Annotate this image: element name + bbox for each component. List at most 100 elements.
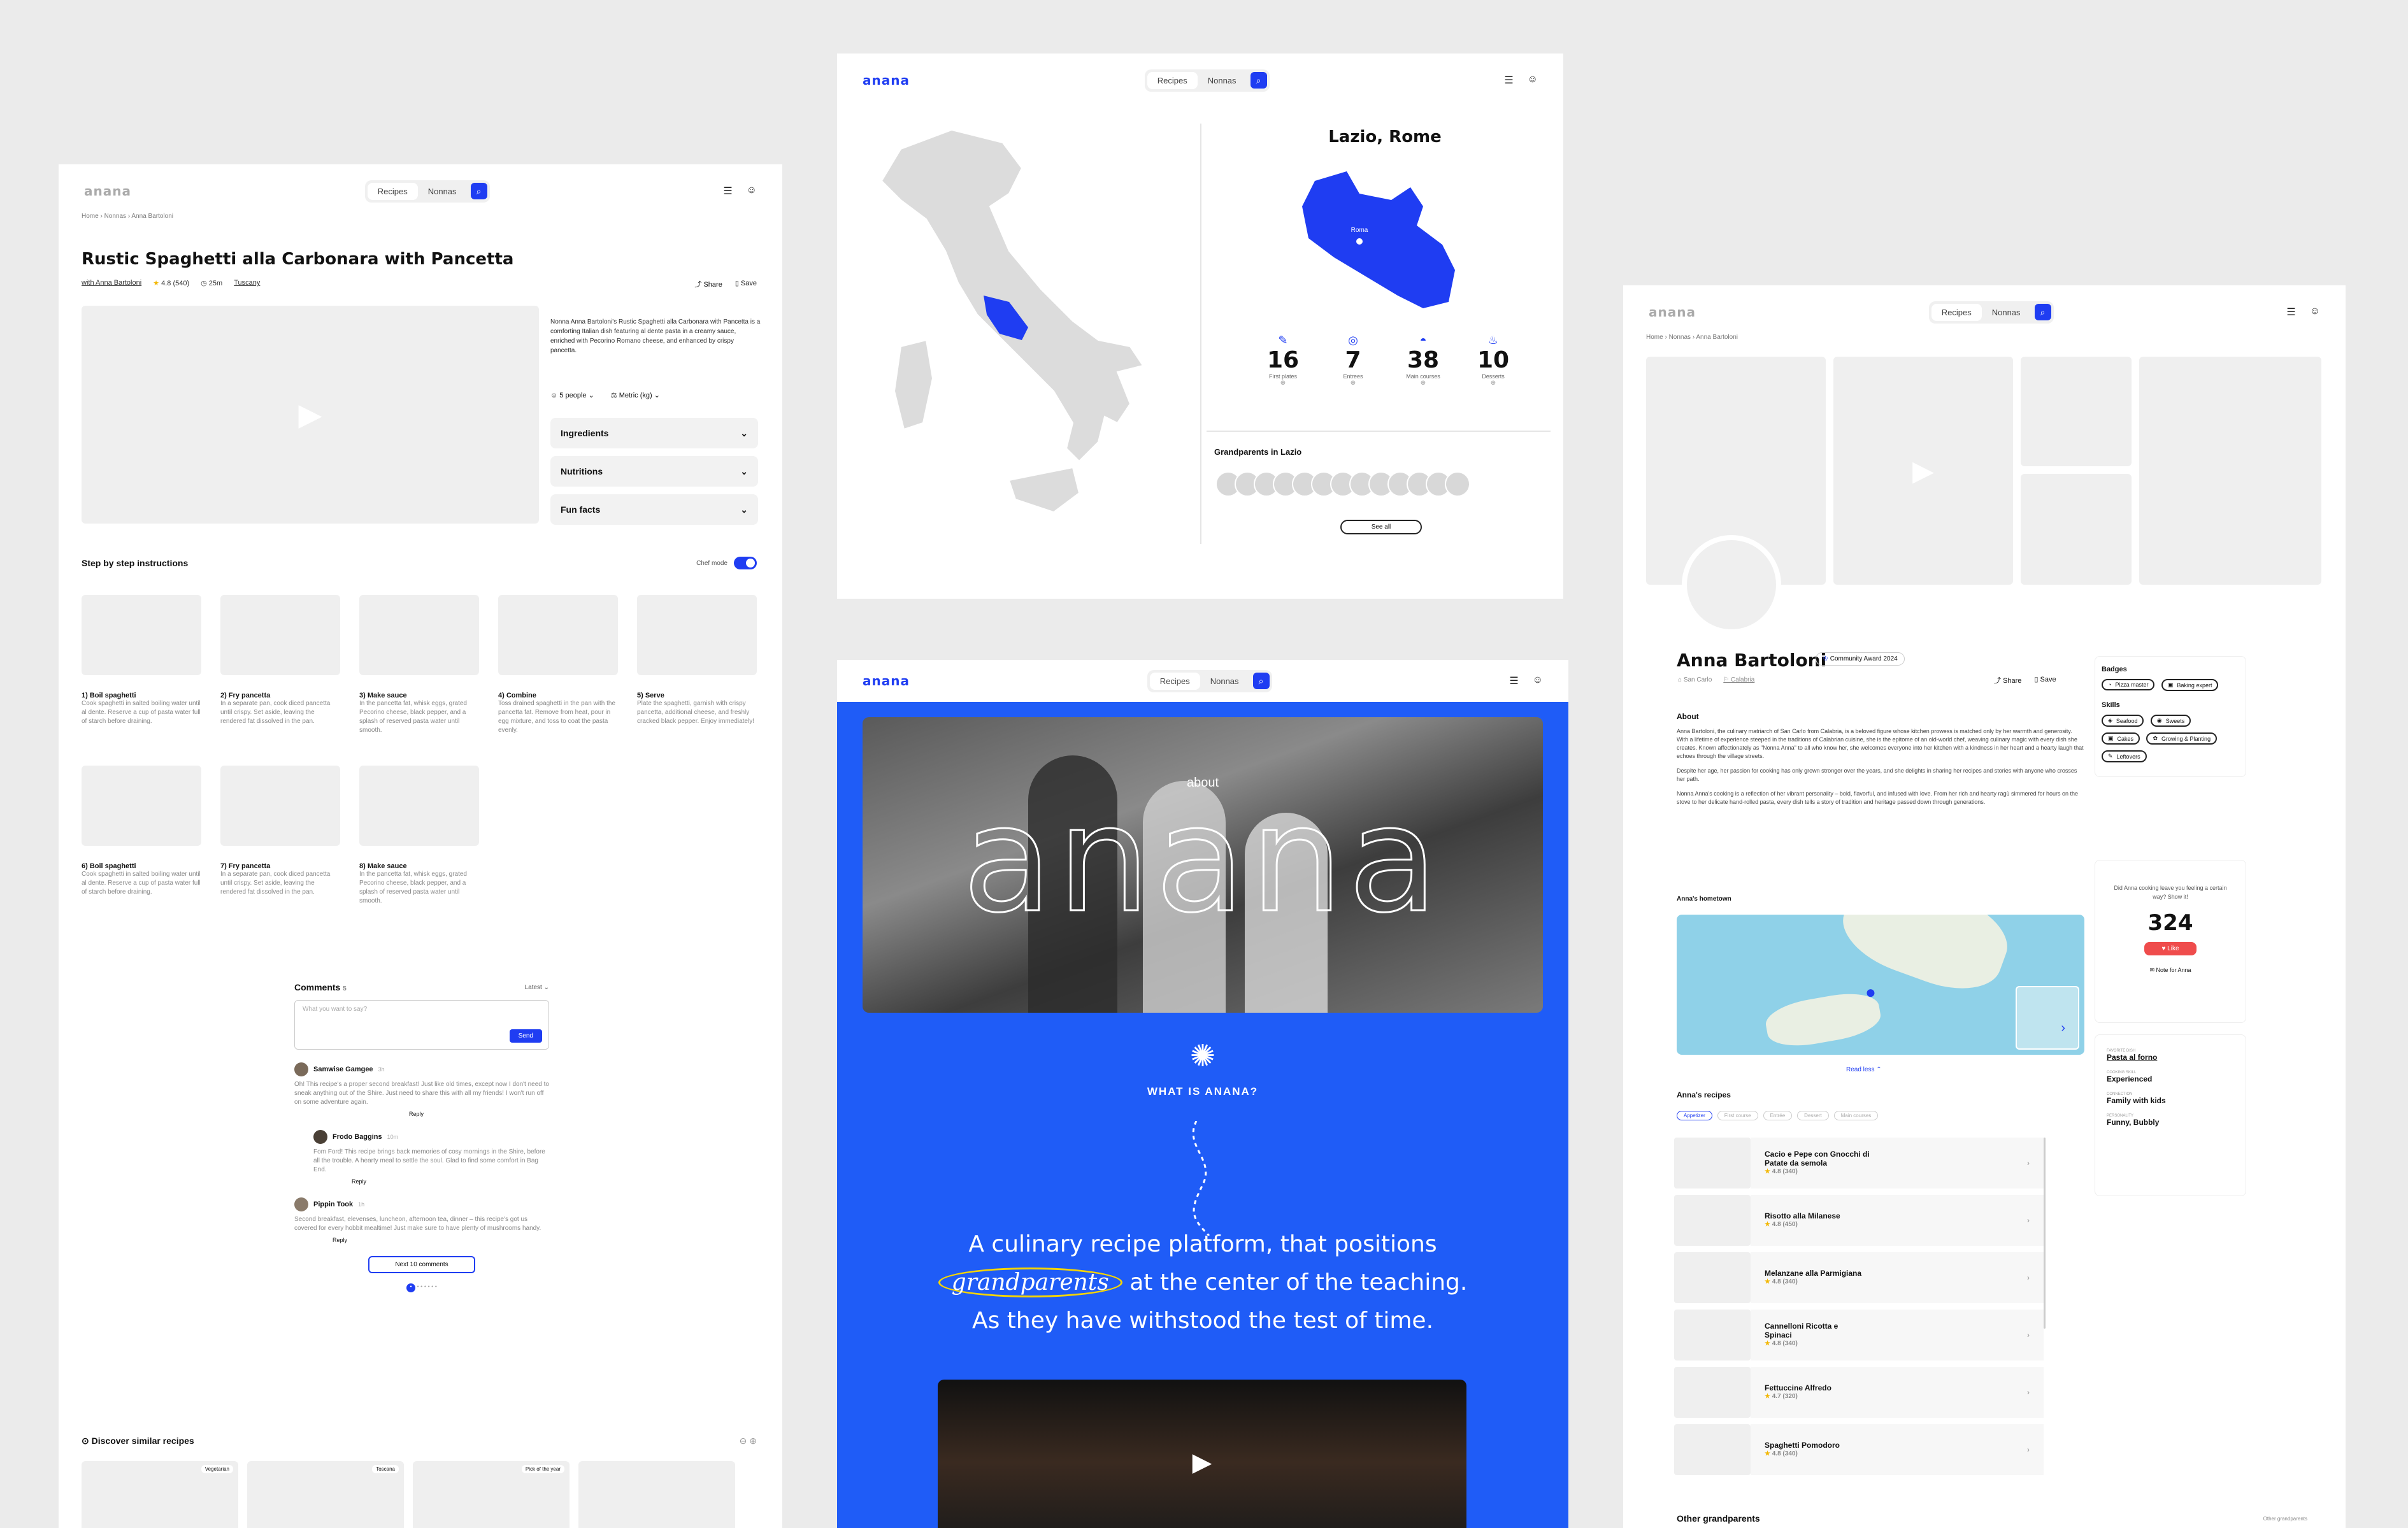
arrow-left-icon[interactable]: ⊖	[740, 1436, 747, 1446]
nav-nonnas[interactable]: Nonnas	[1200, 673, 1249, 690]
nav-recipes[interactable]: Recipes	[1931, 303, 1982, 321]
nav-recipes[interactable]: Recipes	[1147, 71, 1198, 89]
region-link[interactable]: ⚐ Calabria	[1723, 676, 1754, 683]
list-icon[interactable]: ☰	[1509, 675, 1518, 687]
list-icon[interactable]: ☰	[723, 185, 732, 197]
nav-tabs: Recipes Nonnas ⌕	[1147, 669, 1272, 692]
comments-sort[interactable]: Latest ⌄	[525, 984, 549, 991]
tab-first-course[interactable]: First course	[1717, 1111, 1758, 1120]
list-icon[interactable]: ☰	[1504, 74, 1513, 87]
other-grandparents-link[interactable]: Other grandparents	[2263, 1516, 2307, 1522]
logo[interactable]: anana	[84, 183, 131, 199]
fact-value[interactable]: Pasta al forno	[2107, 1053, 2234, 1062]
comment-reply-link[interactable]: Reply	[333, 1237, 549, 1243]
avatar[interactable]	[1445, 471, 1470, 497]
user-icon[interactable]: ☺	[1533, 675, 1543, 687]
play-icon[interactable]: ▶	[1912, 455, 1934, 487]
region-link[interactable]: Tuscany	[234, 279, 260, 287]
accordion-ingredients[interactable]: Ingredients ⌄	[550, 418, 758, 448]
play-icon[interactable]: ▶	[299, 397, 322, 432]
fact-item: FAVORITE DISH Pasta al forno	[2107, 1049, 2234, 1062]
step-label: 6) Boil spaghetti	[82, 862, 136, 870]
user-icon[interactable]: ☺	[2310, 306, 2320, 318]
tab-dessert[interactable]: Dessert	[1797, 1111, 1829, 1120]
recipe-list-item[interactable]: Cannelloni Ricotta e Spinaci ★ 4.8 (340) ›	[1674, 1310, 2044, 1360]
nav-nonnas[interactable]: Nonnas	[418, 183, 467, 200]
info-icon[interactable]: ⊕	[1328, 380, 1379, 387]
search-icon[interactable]: ⌕	[1250, 72, 1267, 89]
search-icon[interactable]: ⌕	[470, 183, 487, 199]
share-button[interactable]: ⤴ Share	[694, 279, 722, 289]
about-video[interactable]: ▶	[938, 1380, 1466, 1528]
arrow-right-icon[interactable]: ⊕	[749, 1436, 757, 1446]
map-minimap[interactable]	[2016, 986, 2079, 1050]
crumb-nonnas[interactable]: Nonnas	[1669, 334, 1691, 341]
comments-title-label: Comments	[294, 982, 341, 992]
nav-recipes[interactable]: Recipes	[367, 182, 418, 200]
crumb-nonnas[interactable]: Nonnas	[104, 213, 126, 220]
tab-entree[interactable]: Entrée	[1763, 1111, 1793, 1120]
crumb-home[interactable]: Home	[1646, 334, 1663, 341]
author-link[interactable]: with Anna Bartoloni	[82, 279, 141, 287]
recipe-list-item[interactable]: Spaghetti Pomodoro ★ 4.8 (340) ›	[1674, 1424, 2044, 1475]
tab-main-courses[interactable]: Main courses	[1833, 1111, 1879, 1120]
logo[interactable]: anana	[863, 673, 910, 689]
next-comments-button[interactable]: Next 10 comments	[368, 1256, 475, 1273]
read-less-link[interactable]: Read less ⌃	[1846, 1066, 1882, 1073]
logo[interactable]: anana	[863, 73, 910, 88]
chef-mode-toggle[interactable]	[734, 557, 757, 569]
see-all-button[interactable]: See all	[1340, 520, 1422, 534]
chevron-right-icon[interactable]: ›	[2061, 1021, 2065, 1036]
page-current[interactable]: •	[406, 1283, 416, 1292]
gallery-image[interactable]	[2021, 474, 2132, 585]
crumb-home[interactable]: Home	[82, 213, 99, 220]
recipe-list-item[interactable]: Fettuccine Alfredo ★ 4.7 (320) ›	[1674, 1367, 2044, 1418]
recipe-name: Cannelloni Ricotta e Spinaci	[1765, 1322, 1838, 1339]
search-icon[interactable]: ⌕	[2034, 304, 2051, 320]
accordion-nutritions[interactable]: Nutritions ⌄	[550, 456, 758, 487]
nav-nonnas[interactable]: Nonnas	[1982, 304, 2031, 321]
recipe-list-item[interactable]: Risotto alla Milanese ★ 4.8 (450) ›	[1674, 1195, 2044, 1246]
comment-input[interactable]: What you want to say?	[303, 1006, 541, 1013]
step-label: 8) Make sauce	[359, 862, 407, 870]
similar-card[interactable]: Pick of the year	[413, 1461, 570, 1528]
logo[interactable]: anana	[1649, 304, 1696, 320]
similar-card[interactable]: Toscana	[247, 1461, 404, 1528]
nav-nonnas[interactable]: Nonnas	[1198, 72, 1247, 89]
comment-reply-link[interactable]: Reply	[352, 1178, 549, 1185]
recipe-list-item[interactable]: Melanzane alla Parmigiana ★ 4.8 (340) ›	[1674, 1252, 2044, 1303]
gallery-image[interactable]	[2021, 357, 2132, 466]
fish-icon: ◈	[2108, 717, 2112, 724]
info-icon[interactable]: ⊕	[1468, 380, 1519, 387]
save-button[interactable]: ▯ Save	[2034, 675, 2056, 685]
accordion-fun-facts[interactable]: Fun facts ⌄	[550, 494, 758, 525]
search-icon[interactable]: ⌕	[1252, 673, 1270, 689]
recipe-list-item[interactable]: Cacio e Pepe con Gnocchi di Patate da se…	[1674, 1138, 2044, 1189]
comment-reply-link[interactable]: Reply	[409, 1111, 549, 1117]
nav-recipes[interactable]: Recipes	[1149, 672, 1200, 690]
crumb-current: Anna Bartoloni	[1696, 334, 1738, 341]
user-icon[interactable]: ☺	[747, 185, 757, 197]
send-button[interactable]: Send	[509, 1029, 542, 1043]
similar-card[interactable]: Vegetarian	[82, 1461, 238, 1528]
share-button[interactable]: ⤴ Share	[1994, 675, 2021, 685]
save-button[interactable]: ▯ Save	[735, 279, 757, 289]
video-player[interactable]: ▶	[82, 306, 539, 524]
units-select[interactable]: ⚖ Metric (kg) ⌄	[611, 391, 660, 399]
gallery-video[interactable]: ▶	[1833, 357, 2013, 585]
like-button[interactable]: ♥ Like	[2144, 942, 2197, 955]
info-icon[interactable]: ⊕	[1398, 380, 1449, 387]
tab-appetizer[interactable]: Appetizer	[1677, 1111, 1712, 1120]
italy-map[interactable]	[863, 124, 1194, 557]
user-icon[interactable]: ☺	[1528, 74, 1538, 87]
recipes-scrollbar[interactable]	[2044, 1138, 2046, 1329]
hometown-map[interactable]: ● ›	[1677, 915, 2084, 1055]
similar-card[interactable]	[578, 1461, 735, 1528]
note-button[interactable]: ✉ Note for Anna	[2108, 967, 2233, 974]
play-icon[interactable]: ▶	[1193, 1448, 1212, 1477]
list-icon[interactable]: ☰	[2286, 306, 2295, 318]
gallery-image[interactable]	[2139, 357, 2321, 585]
people-select[interactable]: ☺ 5 people ⌄	[550, 391, 594, 399]
info-icon[interactable]: ⊕	[1258, 380, 1308, 387]
mission-line-3: As they have withstood the test of time.	[971, 1308, 1434, 1334]
